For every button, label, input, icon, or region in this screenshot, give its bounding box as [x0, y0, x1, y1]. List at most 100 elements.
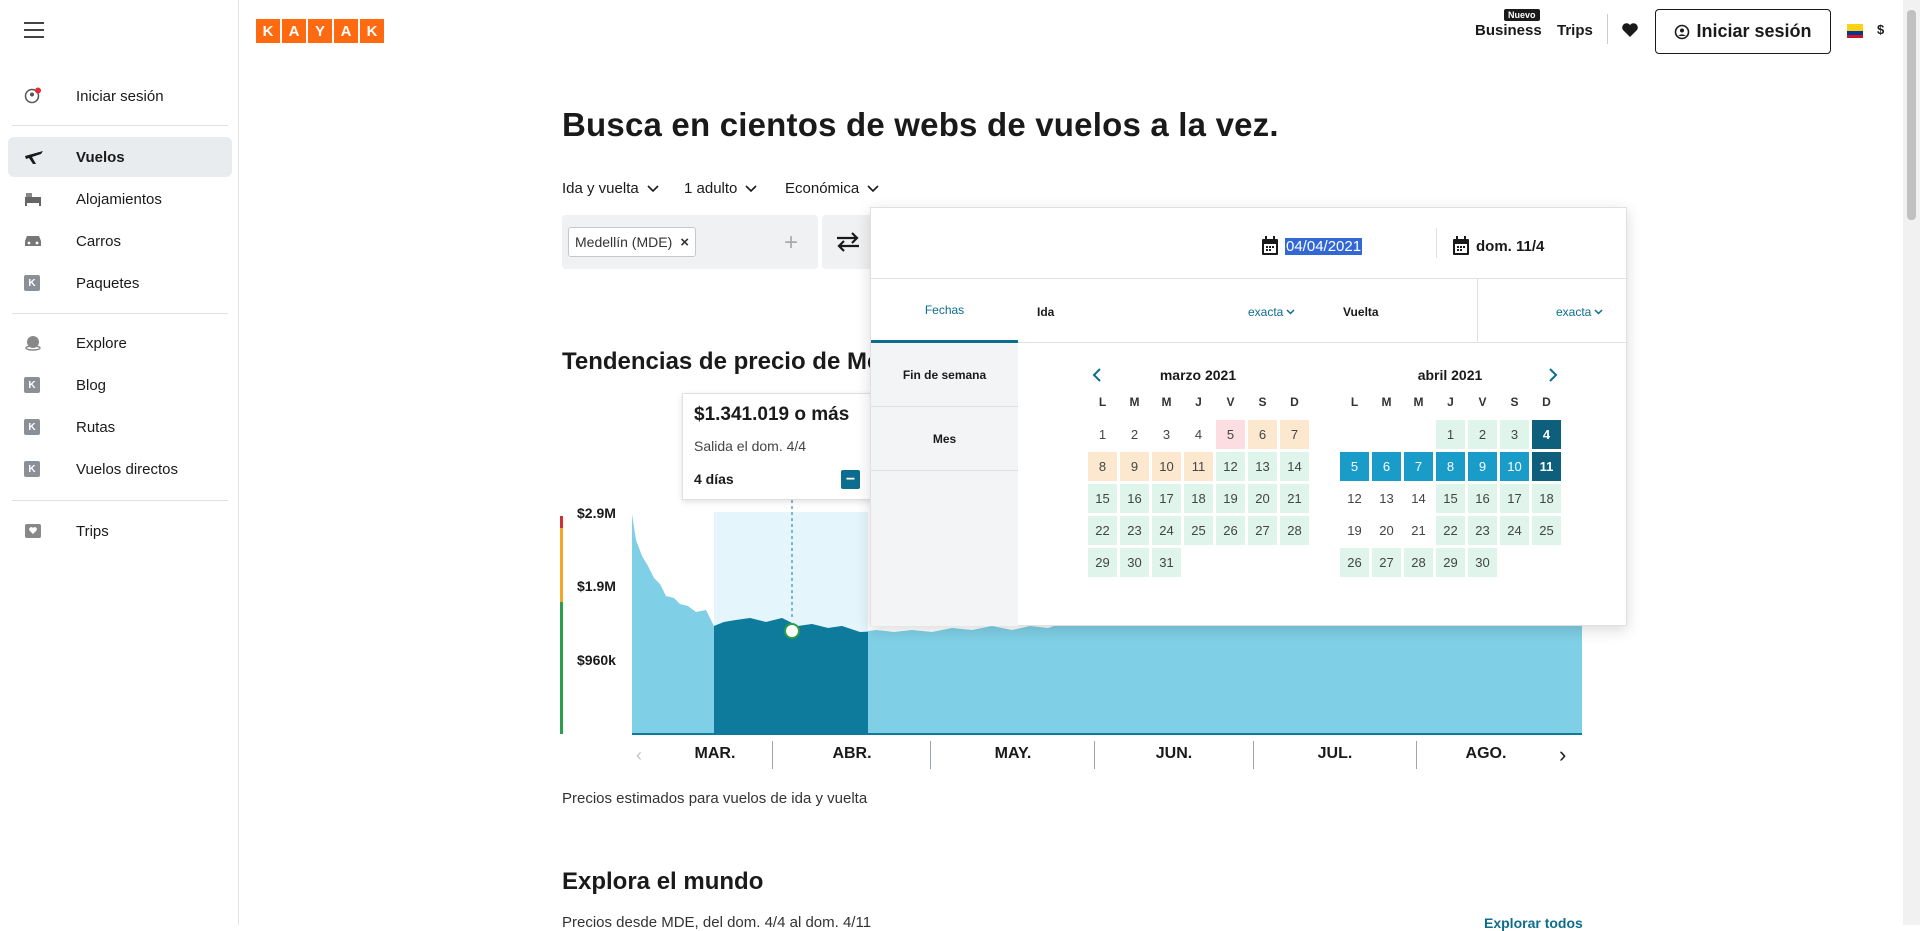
calendar-day[interactable]: 17 [1152, 484, 1181, 513]
calendar-day[interactable]: 14 [1404, 484, 1433, 513]
calendar-day[interactable]: 19 [1340, 516, 1369, 545]
calendar-day-in-range[interactable]: 8 [1436, 452, 1465, 481]
return-date-field[interactable]: dom. 11/4 [1452, 236, 1544, 256]
calendar-day[interactable]: 5 [1216, 420, 1245, 449]
calendar-day-in-range[interactable]: 5 [1340, 452, 1369, 481]
calendar-day[interactable]: 30 [1468, 548, 1497, 577]
colombia-flag-icon[interactable] [1847, 24, 1863, 38]
calendar-day[interactable]: 11 [1184, 452, 1213, 481]
calendar-day[interactable]: 21 [1280, 484, 1309, 513]
business-link[interactable]: Business [1475, 22, 1542, 39]
calendar-day[interactable]: 24 [1152, 516, 1181, 545]
calendar-day-in-range[interactable]: 6 [1372, 452, 1401, 481]
calendar-day[interactable]: 3 [1500, 420, 1529, 449]
calendar-day[interactable]: 30 [1120, 548, 1149, 577]
calendar-day[interactable]: 20 [1372, 516, 1401, 545]
scrollbar-thumb[interactable] [1907, 10, 1916, 220]
calendar-day[interactable]: 2 [1120, 420, 1149, 449]
sidebar-item-blog[interactable]: K Blog [8, 365, 232, 405]
decrease-days-button[interactable]: − [841, 470, 860, 489]
calendar-day[interactable]: 12 [1216, 452, 1245, 481]
calendar-day[interactable]: 28 [1404, 548, 1433, 577]
calendar-day[interactable]: 15 [1088, 484, 1117, 513]
calendar-day[interactable]: 12 [1340, 484, 1369, 513]
calendar-day[interactable]: 22 [1088, 516, 1117, 545]
x-tick-label[interactable]: AGO. [1446, 745, 1526, 763]
sidebar-item-alojamientos[interactable]: Alojamientos [8, 179, 232, 219]
calendar-day-in-range[interactable]: 9 [1468, 452, 1497, 481]
calendar-day[interactable]: 23 [1120, 516, 1149, 545]
calendar-day[interactable]: 13 [1372, 484, 1401, 513]
calendar-day[interactable]: 16 [1120, 484, 1149, 513]
kayak-logo[interactable]: K A Y A K [256, 19, 386, 43]
return-flex-dropdown[interactable]: exacta [1556, 305, 1603, 319]
trips-link[interactable]: Trips [1557, 22, 1593, 39]
calendar-day-in-range[interactable]: 7 [1404, 452, 1433, 481]
calendar-day[interactable]: 29 [1088, 548, 1117, 577]
origin-chip[interactable]: Medellín (MDE) × [568, 227, 697, 257]
tab-fechas[interactable]: Fechas [871, 279, 1018, 343]
calendar-day[interactable]: 18 [1532, 484, 1561, 513]
depart-flex-dropdown[interactable]: exacta [1248, 305, 1295, 319]
menu-icon[interactable] [24, 22, 44, 38]
calendar-day[interactable]: 20 [1248, 484, 1277, 513]
x-tick-label[interactable]: JUL. [1295, 745, 1375, 763]
prev-month-icon[interactable] [1092, 368, 1102, 387]
calendar-day[interactable]: 4 [1184, 420, 1213, 449]
calendar-day[interactable]: 27 [1372, 548, 1401, 577]
calendar-day[interactable]: 26 [1216, 516, 1245, 545]
signin-button[interactable]: Iniciar sesión [1655, 9, 1831, 54]
calendar-day[interactable]: 16 [1468, 484, 1497, 513]
x-tick-label[interactable]: MAR. [675, 745, 755, 763]
chevron-left-icon[interactable]: ‹ [636, 745, 642, 766]
calendar-day-in-range[interactable]: 10 [1500, 452, 1529, 481]
calendar-day[interactable]: 25 [1184, 516, 1213, 545]
calendar-day[interactable]: 1 [1088, 420, 1117, 449]
calendar-day[interactable]: 6 [1248, 420, 1277, 449]
sidebar-item-vuelos-directos[interactable]: K Vuelos directos [8, 449, 232, 489]
sidebar-item-vuelos[interactable]: Vuelos [8, 137, 232, 177]
calendar-day[interactable]: 8 [1088, 452, 1117, 481]
calendar-day[interactable]: 15 [1436, 484, 1465, 513]
vertical-scrollbar[interactable] [1903, 0, 1920, 925]
remove-icon[interactable]: × [680, 234, 689, 251]
calendar-day-selected-start[interactable]: 4 [1532, 420, 1561, 449]
calendar-day[interactable]: 31 [1152, 548, 1181, 577]
calendar-day[interactable]: 24 [1500, 516, 1529, 545]
sidebar-item-signin[interactable]: Iniciar sesión [8, 76, 232, 116]
sidebar-item-carros[interactable]: Carros [8, 221, 232, 261]
depart-date-value[interactable]: 04/04/2021 [1285, 237, 1363, 255]
calendar-day[interactable]: 14 [1280, 452, 1309, 481]
x-tick-label[interactable]: JUN. [1134, 745, 1214, 763]
heart-icon[interactable] [1621, 22, 1639, 43]
calendar-day[interactable]: 1 [1436, 420, 1465, 449]
calendar-day[interactable]: 9 [1120, 452, 1149, 481]
calendar-day[interactable]: 10 [1152, 452, 1181, 481]
tab-mes[interactable]: Mes [871, 407, 1018, 471]
origin-field[interactable]: Medellín (MDE) × + [562, 215, 818, 269]
sidebar-item-paquetes[interactable]: K Paquetes [8, 263, 232, 303]
calendar-day[interactable]: 18 [1184, 484, 1213, 513]
add-origin-icon[interactable]: + [784, 229, 798, 257]
x-tick-label[interactable]: ABR. [812, 745, 892, 763]
calendar-day[interactable]: 22 [1436, 516, 1465, 545]
calendar-day[interactable]: 25 [1532, 516, 1561, 545]
sidebar-item-rutas[interactable]: K Rutas [8, 407, 232, 447]
swap-button[interactable] [822, 215, 874, 269]
calendar-day[interactable]: 26 [1340, 548, 1369, 577]
calendar-day[interactable]: 7 [1280, 420, 1309, 449]
next-month-icon[interactable] [1548, 368, 1558, 387]
calendar-day[interactable]: 29 [1436, 548, 1465, 577]
calendar-day[interactable]: 17 [1500, 484, 1529, 513]
calendar-day[interactable]: 3 [1152, 420, 1181, 449]
cabin-dropdown[interactable]: Económica [785, 180, 879, 197]
sidebar-item-explore[interactable]: Explore [8, 323, 232, 363]
explore-all-link[interactable]: Explorar todos [1484, 915, 1583, 931]
chevron-right-icon[interactable]: › [1559, 742, 1566, 768]
calendar-day[interactable]: 21 [1404, 516, 1433, 545]
calendar-day[interactable]: 28 [1280, 516, 1309, 545]
currency-selector[interactable]: $ [1877, 22, 1884, 37]
depart-date-field[interactable]: 04/04/2021 [1261, 236, 1363, 256]
calendar-day[interactable]: 2 [1468, 420, 1497, 449]
x-tick-label[interactable]: MAY. [973, 745, 1053, 763]
